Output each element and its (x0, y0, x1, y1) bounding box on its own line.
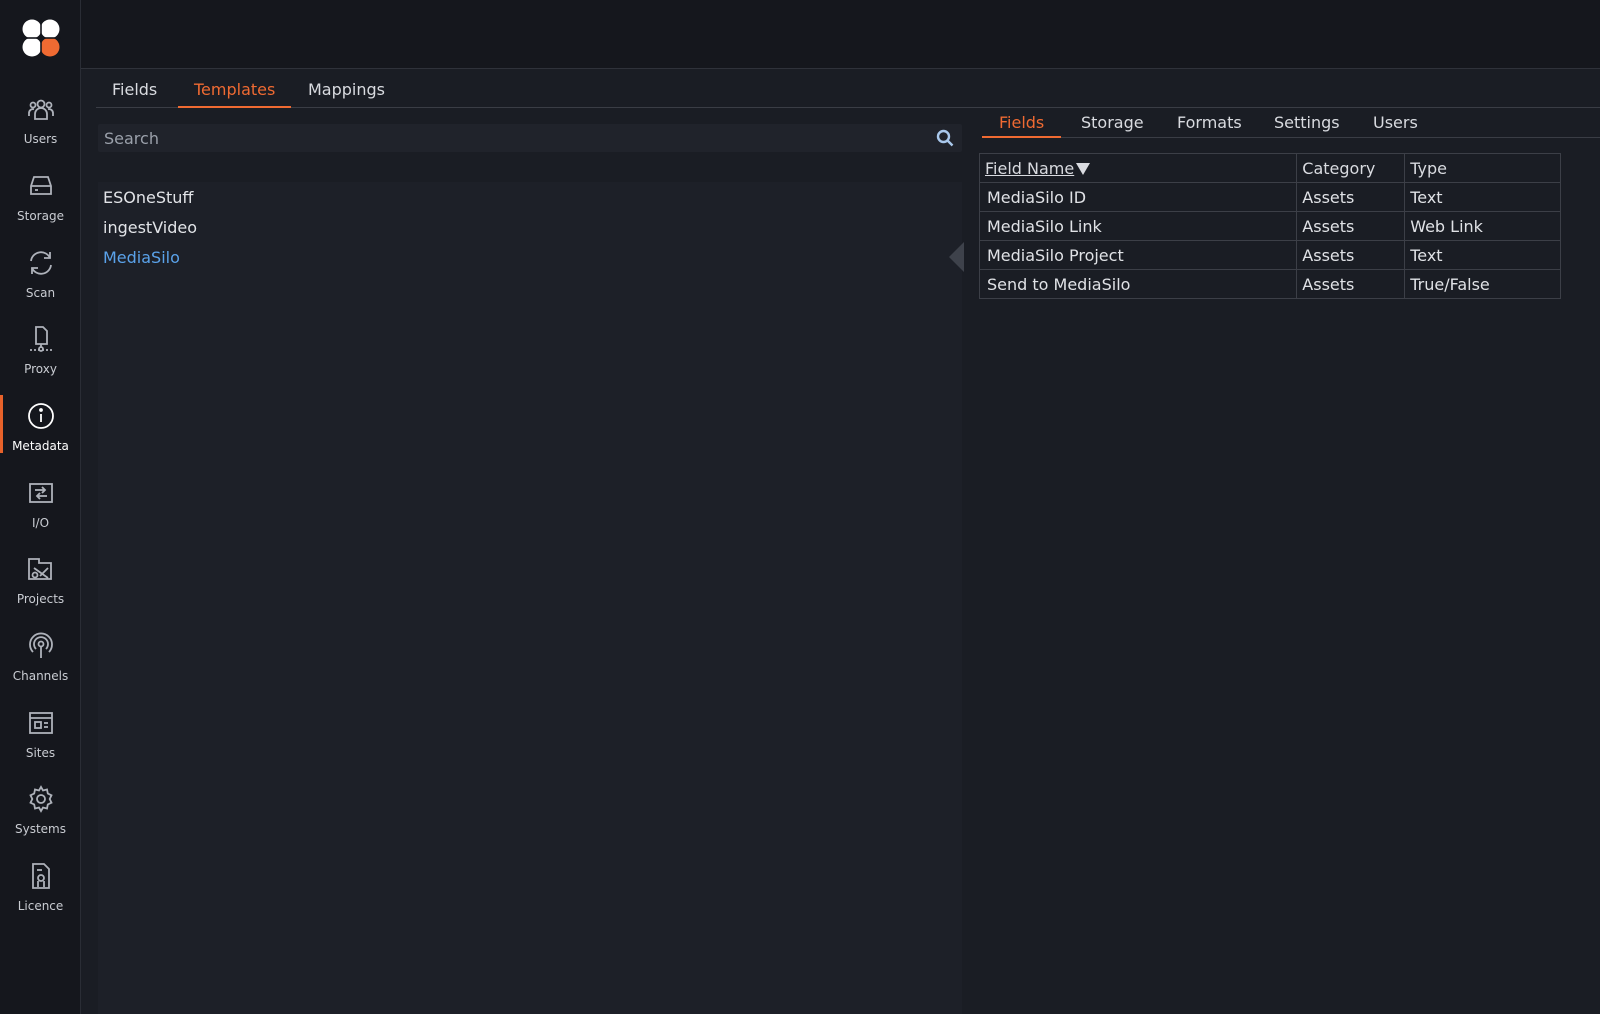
table-row[interactable]: MediaSilo Project Assets Text (978, 240, 1561, 270)
scan-icon (26, 248, 56, 278)
sidebar-item-label: Proxy (24, 362, 57, 376)
collapse-panel-icon[interactable] (948, 242, 964, 272)
sidebar-item-label: I/O (31, 516, 50, 530)
licence-icon (26, 861, 56, 891)
proxy-icon (26, 324, 56, 354)
info-icon (26, 401, 56, 431)
channels-icon (26, 631, 56, 661)
cell-type: Text (1404, 182, 1561, 212)
sidebar-item-storage[interactable]: Storage (0, 165, 81, 243)
cell-type: Text (1404, 240, 1561, 270)
tab-detail-fields[interactable]: Fields (982, 113, 1062, 138)
sidebar: Users Storage Scan Proxy Metadata I/O Pr… (0, 0, 81, 1014)
storage-icon (26, 171, 56, 201)
tab-mappings[interactable]: Mappings (292, 80, 401, 108)
gear-icon (26, 784, 56, 814)
template-list: ESOneStuff ingestVideo MediaSilo (98, 182, 962, 1014)
sidebar-item-label: Metadata (12, 439, 69, 453)
cell-category: Assets (1296, 240, 1406, 270)
users-icon (26, 94, 56, 124)
sidebar-item-metadata[interactable]: Metadata (0, 395, 81, 473)
app-window: Users Storage Scan Proxy Metadata I/O Pr… (0, 0, 1600, 1014)
tab-fields[interactable]: Fields (96, 80, 173, 108)
search-box (98, 124, 962, 152)
cell-type: True/False (1404, 269, 1561, 299)
sort-descending-icon (1076, 163, 1091, 175)
sidebar-item-systems[interactable]: Systems (0, 778, 81, 856)
tab-detail-storage[interactable]: Storage (1064, 113, 1161, 138)
app-logo-icon[interactable] (21, 18, 61, 58)
templates-panel: ESOneStuff ingestVideo MediaSilo (98, 124, 962, 1014)
fields-table: Field Name Category Type MediaSilo ID As… (978, 153, 1561, 299)
tab-detail-users[interactable]: Users (1356, 113, 1435, 138)
column-header-field-name[interactable]: Field Name (978, 153, 1298, 183)
table-row[interactable]: MediaSilo Link Assets Web Link (978, 211, 1561, 241)
top-header-bar (81, 0, 1600, 69)
sidebar-item-channels[interactable]: Channels (0, 625, 81, 703)
cell-field-name: MediaSilo Project (978, 240, 1298, 270)
sidebar-item-scan[interactable]: Scan (0, 242, 81, 320)
sidebar-item-proxy[interactable]: Proxy (0, 318, 81, 396)
detail-tab-bar: Fields Storage Formats Settings Users (982, 108, 1600, 138)
column-header-label: Field Name (985, 158, 1075, 178)
sidebar-item-sites[interactable]: Sites (0, 702, 81, 780)
cell-type: Web Link (1404, 211, 1561, 241)
column-header-category[interactable]: Category (1296, 153, 1406, 183)
sidebar-item-projects[interactable]: Projects (0, 548, 81, 626)
cell-field-name: MediaSilo ID (978, 182, 1298, 212)
cell-field-name: MediaSilo Link (978, 211, 1298, 241)
sidebar-item-licence[interactable]: Licence (0, 855, 81, 933)
projects-icon (26, 554, 56, 584)
cell-category: Assets (1296, 182, 1406, 212)
column-header-type[interactable]: Type (1404, 153, 1561, 183)
list-item-selected[interactable]: MediaSilo (103, 248, 180, 267)
cell-category: Assets (1296, 269, 1406, 299)
search-input[interactable] (104, 126, 904, 150)
list-item[interactable]: ESOneStuff (103, 188, 193, 207)
sidebar-item-users[interactable]: Users (0, 88, 81, 166)
main-tab-bar: Fields Templates Mappings (96, 72, 1600, 108)
cell-field-name: Send to MediaSilo (978, 269, 1298, 299)
sidebar-item-label: Storage (17, 209, 64, 223)
io-icon (26, 478, 56, 508)
tab-detail-settings[interactable]: Settings (1257, 113, 1357, 138)
tab-templates[interactable]: Templates (178, 80, 292, 108)
sidebar-item-label: Sites (25, 746, 56, 760)
sidebar-item-label: Users (23, 132, 58, 146)
sidebar-item-label: Scan (25, 286, 56, 300)
sidebar-item-label: Systems (15, 822, 66, 836)
cell-category: Assets (1296, 211, 1406, 241)
list-item[interactable]: ingestVideo (103, 218, 197, 237)
sidebar-item-io[interactable]: I/O (0, 472, 81, 550)
sidebar-item-label: Channels (12, 669, 69, 683)
table-row[interactable]: MediaSilo ID Assets Text (978, 182, 1561, 212)
table-row[interactable]: Send to MediaSilo Assets True/False (978, 269, 1561, 299)
search-icon[interactable] (936, 129, 954, 147)
sites-icon (26, 708, 56, 738)
sidebar-item-label: Projects (16, 592, 65, 606)
tab-detail-formats[interactable]: Formats (1160, 113, 1259, 138)
sidebar-item-label: Licence (17, 899, 64, 913)
table-header-row: Field Name Category Type (978, 153, 1561, 183)
